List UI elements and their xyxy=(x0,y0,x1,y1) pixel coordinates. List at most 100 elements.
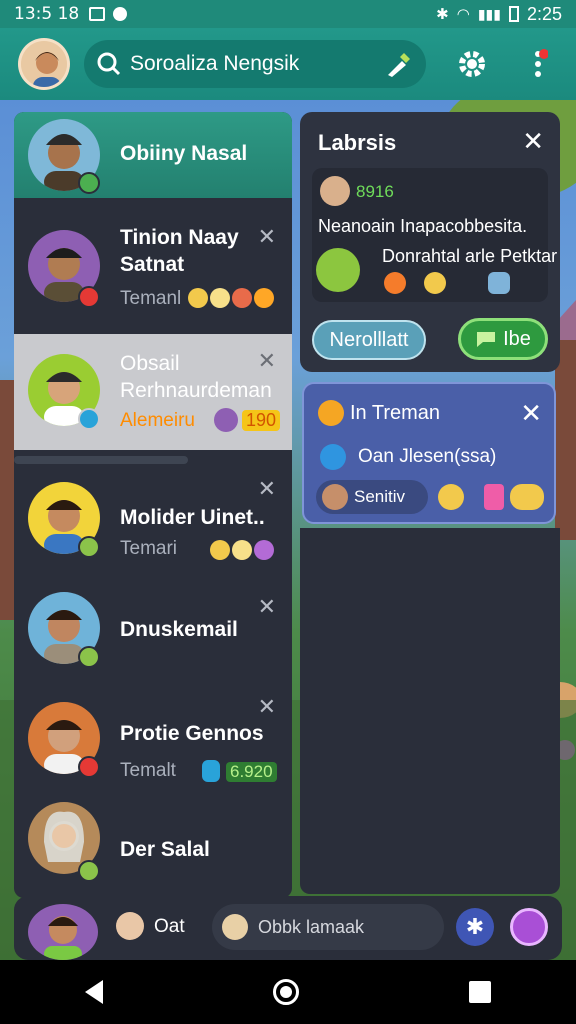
contact-item[interactable]: Obsail Rerhnaurdeman Alemeiru 190 ✕ xyxy=(14,334,292,450)
status-time: 13:5 18 xyxy=(14,4,80,24)
sender-avatar xyxy=(316,248,360,292)
heart-emoji-icon xyxy=(232,288,252,308)
reaction-chips xyxy=(188,288,274,308)
gear-icon[interactable] xyxy=(456,48,488,80)
gallery-button[interactable] xyxy=(510,908,548,946)
smile-emoji-icon xyxy=(424,272,446,294)
reaction-chips xyxy=(210,540,274,560)
score-badge: 190 xyxy=(242,410,281,431)
bottom-avatar[interactable] xyxy=(28,904,98,960)
brush-icon[interactable] xyxy=(384,49,414,79)
primary-button-label: Ibe xyxy=(503,327,531,350)
bluetooth-icon: ✱ xyxy=(436,6,449,23)
contact-name: Der Salal xyxy=(120,838,210,861)
chat-panel: Labrsis ✕ 8916 Neanoain Inapacobbesita. … xyxy=(300,112,560,372)
app-bar: Soroaliza Nengsik xyxy=(0,28,576,100)
contact-item[interactable]: Der Salal xyxy=(14,802,292,898)
message-input-text: Obbk lamaak xyxy=(258,916,365,937)
search-icon xyxy=(97,52,121,76)
bottom-name: Oat xyxy=(154,916,185,937)
message-card: 8916 Neanoain Inapacobbesita. Donrahtal … xyxy=(312,168,557,302)
search-bar[interactable]: Soroaliza Nengsik xyxy=(84,40,426,88)
user-chip[interactable]: Senitiv xyxy=(316,480,428,514)
contact-item[interactable]: Molider Uinet.. Temari ✕ xyxy=(14,468,292,578)
search-text: Soroaliza Nengsik xyxy=(130,52,300,75)
message-input[interactable]: Obbk lamaak xyxy=(212,904,444,950)
wink-emoji-icon xyxy=(254,540,274,560)
notification-icon xyxy=(113,7,128,21)
contact-name: Dnuskemail xyxy=(120,618,238,641)
signal-icon: ▮▮▮ xyxy=(477,5,501,22)
message-line: Neanoain Inapacobbesita. xyxy=(318,216,528,236)
close-icon[interactable]: ✕ xyxy=(520,398,542,429)
eyes-emoji-icon xyxy=(510,484,544,510)
contact-name: Tinion Naay Satnat xyxy=(120,226,239,276)
character-icon xyxy=(214,408,238,432)
bottom-bar: Oat Obbk lamaak ✱ xyxy=(14,896,562,960)
chip-label: Senitiv xyxy=(354,487,406,506)
system-nav-bar xyxy=(0,960,576,1024)
fire-emoji-icon xyxy=(384,272,406,294)
contact-item[interactable]: Dnuskemail ✕ xyxy=(14,580,292,690)
chip-avatar xyxy=(322,484,348,510)
sparkle-button[interactable]: ✱ xyxy=(456,908,494,946)
close-icon[interactable]: ✕ xyxy=(258,694,276,720)
status-badge xyxy=(78,756,100,778)
smile-emoji-icon xyxy=(188,288,208,308)
status-badge xyxy=(78,286,100,308)
close-icon[interactable]: ✕ xyxy=(258,348,276,374)
secondary-button[interactable]: Nerolllatt xyxy=(312,320,426,360)
contact-name: Molider Uinet.. xyxy=(120,506,265,529)
panel-title: Labrsis xyxy=(318,130,397,155)
contact-item[interactable]: Protie Gennos Temalt 6.920 ✕ xyxy=(14,692,292,802)
online-badge xyxy=(78,172,100,194)
close-icon[interactable]: ✕ xyxy=(258,476,276,502)
robot-emoji-icon xyxy=(488,272,510,294)
user-avatar[interactable] xyxy=(18,38,70,90)
score-badge: 6.920 xyxy=(226,762,277,782)
gallery-icon xyxy=(89,7,106,21)
back-icon[interactable] xyxy=(85,980,103,1004)
online-badge xyxy=(78,860,100,882)
smile-emoji-icon xyxy=(210,540,230,560)
contact-name: Obsail Rerhnaurdeman xyxy=(120,352,272,402)
contact-item[interactable]: Tinion Naay Satnat Temanl ✕ xyxy=(14,198,292,334)
status-bar: 13:5 18 ✱ ◠ ▮▮▮ 2:25 xyxy=(0,0,576,28)
small-avatar xyxy=(116,912,144,940)
battery-icon xyxy=(508,6,519,22)
wifi-icon: ◠ xyxy=(456,6,470,23)
home-icon[interactable] xyxy=(273,979,299,1005)
warning-icon xyxy=(318,400,344,426)
star-emoji-icon xyxy=(254,288,274,308)
online-badge xyxy=(78,536,100,558)
contact-item[interactable]: Obiiny Nasal xyxy=(14,112,292,198)
divider xyxy=(14,456,188,464)
contact-subtitle: Temari xyxy=(120,538,178,559)
notification-line: Oan Jlesen(ssa) xyxy=(358,446,497,467)
contact-name: Protie Gennos xyxy=(120,722,264,745)
unicorn-emoji-icon xyxy=(484,484,504,510)
count-label: 8916 xyxy=(356,182,394,201)
contact-subtitle: Temalt xyxy=(120,760,176,781)
close-icon[interactable]: ✕ xyxy=(522,126,544,157)
sender-avatar xyxy=(320,176,350,206)
laugh-emoji-icon xyxy=(232,540,252,560)
contact-subtitle: Temanl xyxy=(120,288,182,309)
contact-name: Obiiny Nasal xyxy=(120,142,248,165)
message-line: Donrahtal arle Petktar xyxy=(382,246,558,266)
close-icon[interactable]: ✕ xyxy=(258,224,276,250)
panel-title: In Treman xyxy=(350,402,441,424)
close-icon[interactable]: ✕ xyxy=(258,594,276,620)
online-badge xyxy=(78,646,100,668)
more-menu-icon[interactable] xyxy=(528,48,548,80)
notification-panel: In Treman ✕ Oan Jlesen(ssa) Senitiv xyxy=(302,382,556,524)
status-badge xyxy=(78,408,100,430)
laugh-emoji-icon xyxy=(210,288,230,308)
recents-icon[interactable] xyxy=(469,981,491,1003)
contact-subtitle: Alemeiru xyxy=(120,410,195,431)
figure-icon xyxy=(202,760,220,782)
status-clock: 2:25 xyxy=(526,3,562,24)
chat-icon xyxy=(477,332,496,347)
smile-emoji-icon xyxy=(438,484,464,510)
primary-button[interactable]: Ibe xyxy=(458,318,548,360)
